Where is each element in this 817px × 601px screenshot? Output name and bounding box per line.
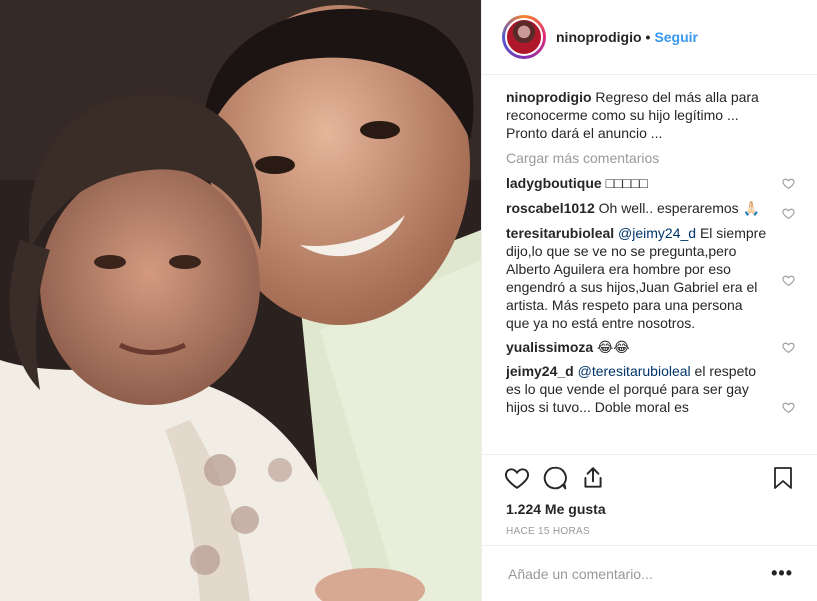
post-sidebar: ninoprodigio • Seguir ninoprodigio Regre… [481,0,817,601]
bookmark-icon[interactable] [771,465,795,491]
follow-button[interactable]: Seguir [654,29,698,45]
comment-bubble-icon[interactable] [542,465,568,491]
heart-icon[interactable] [504,465,530,491]
comment-username[interactable]: yualissimoza [506,339,593,355]
add-comment-bar: ••• [482,545,817,601]
post-timestamp[interactable]: HACE 15 HORAS [506,526,590,537]
comment-item: yualissimoza 😂😂 [506,338,795,356]
comment-heart-icon[interactable] [782,274,795,287]
caption: ninoprodigio Regreso del más alla para r… [506,88,795,142]
profile-avatar[interactable] [502,15,546,59]
comment-heart-icon[interactable] [782,207,795,220]
post-header: ninoprodigio • Seguir [482,0,817,75]
header-separator: • [645,29,651,45]
share-icon[interactable] [580,465,606,491]
comments-list[interactable]: ninoprodigio Regreso del más alla para r… [506,88,795,452]
comment-username[interactable]: teresitarubioleal [506,225,614,241]
comment-item: ladygboutique □□□□□ [506,174,795,192]
comment-heart-icon[interactable] [782,341,795,354]
load-more-comments-button[interactable]: Cargar más comentarios [506,150,795,166]
add-comment-input[interactable] [506,564,772,583]
comment-text: 😂😂 [597,339,630,355]
comment-item: jeimy24_d @teresitarubioleal el respeto … [506,362,795,416]
comment-item: roscabel1012 Oh well.. esperaremos 🙏🏻 [506,199,795,220]
comment-heart-icon[interactable] [782,177,795,190]
comment-text: □□□□□ [605,175,648,191]
avatar-image [505,18,543,56]
caption-username[interactable]: ninoprodigio [506,89,592,105]
comment-mention[interactable]: @teresitarubioleal [578,363,691,379]
header-username[interactable]: ninoprodigio [556,29,642,45]
post-actions: 1.224 Me gusta HACE 15 HORAS [482,454,817,537]
comment-mention[interactable]: @jeimy24_d [618,225,696,241]
comment-username[interactable]: ladygboutique [506,175,602,191]
comment-item: teresitarubioleal @jeimy24_d El siempre … [506,224,795,332]
likes-count[interactable]: 1.224 Me gusta [506,501,606,517]
comment-heart-icon[interactable] [782,401,795,414]
instagram-post: ninoprodigio • Seguir ninoprodigio Regre… [0,0,817,601]
comment-text: Oh well.. esperaremos 🙏🏻 [598,200,761,216]
post-photo[interactable] [0,0,481,601]
comment-username[interactable]: roscabel1012 [506,200,595,216]
comment-username[interactable]: jeimy24_d [506,363,574,379]
ellipsis-icon[interactable]: ••• [771,563,793,584]
action-icons [504,465,795,493]
photo-illustration [0,0,481,601]
